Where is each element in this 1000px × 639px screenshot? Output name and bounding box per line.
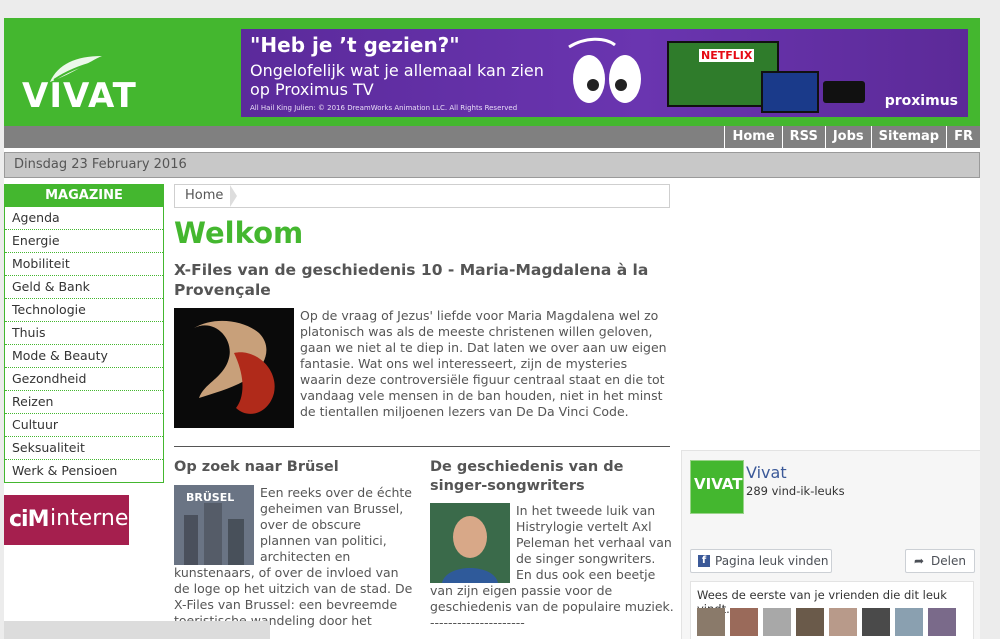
article-image-maria-magdalena[interactable]	[174, 308, 294, 428]
section-divider	[174, 446, 670, 447]
banner-credit: All Hail King Julien: © 2016 DreamWorks …	[250, 104, 518, 112]
facebook-page-widget: VIVAT Vivat 289 vind-ik-leuks f Pagina l…	[681, 450, 980, 639]
banner-line-1: Ongelofelijk wat je allemaal kan zien	[250, 61, 544, 80]
article-title-singer-songwriters[interactable]: De geschiedenis van de singer-songwriter…	[430, 458, 670, 496]
article-title-brusel[interactable]: Op zoek naar Brüsel	[174, 458, 414, 477]
logo-text: VIVAT	[22, 76, 137, 116]
sidebar-item-werk-pensioen[interactable]: Werk & Pensioen	[5, 460, 163, 482]
proximus-logo: proximus	[884, 93, 958, 109]
sidebar-item-cultuur[interactable]: Cultuur	[5, 414, 163, 437]
banner-headline: "Heb je ’t gezien?"	[250, 33, 460, 57]
date-bar: Dinsdag 23 February 2016	[4, 152, 980, 178]
cim-internet-logo[interactable]: ciM internet	[4, 495, 137, 545]
article-summary-brusel: BRÜSEL Een reeks over de échte geheimen …	[174, 485, 414, 639]
portrait-image	[430, 503, 510, 583]
tablet-image	[823, 81, 865, 103]
cim-logo-word: internet	[50, 506, 137, 531]
nav-fr[interactable]: FR	[946, 126, 980, 148]
sidebar-item-mobiliteit[interactable]: Mobiliteit	[5, 253, 163, 276]
facebook-icon: f	[698, 555, 710, 567]
avatar[interactable]	[862, 608, 890, 636]
sidebar-header: MAGAZINE	[5, 184, 163, 207]
avatar[interactable]	[796, 608, 824, 636]
article-title-maria-magdalena[interactable]: X-Files van de geschiedenis 10 - Maria-M…	[174, 260, 674, 300]
breadcrumb-home[interactable]: Home	[185, 188, 223, 203]
vivat-page-logo-text: VIVAT	[694, 475, 743, 493]
facebook-like-page-button[interactable]: f Pagina leuk vinden	[690, 549, 832, 573]
nav-links: Home RSS Jobs Sitemap FR	[724, 126, 980, 148]
article-summary-maria-magdalena: Op de vraag of Jezus' liefde voor Maria …	[300, 308, 667, 419]
avatar[interactable]	[829, 608, 857, 636]
facebook-friends-panel: Wees de eerste van je vrienden die dit l…	[690, 581, 974, 639]
vivat-page-logo[interactable]: VIVAT	[690, 460, 744, 514]
painting-figure-image	[174, 308, 294, 428]
vivat-logo[interactable]: VIVAT	[22, 54, 152, 116]
banner-line-2: op Proximus TV	[250, 80, 374, 99]
facebook-like-count: 289 vind-ik-leuks	[746, 484, 845, 498]
svg-text:BRÜSEL: BRÜSEL	[186, 490, 234, 504]
sidebar-item-reizen[interactable]: Reizen	[5, 391, 163, 414]
share-arrow-icon: ➦	[914, 554, 925, 568]
proximus-banner-ad[interactable]: "Heb je ’t gezien?" Ongelofelijk wat je …	[241, 29, 968, 117]
brusel-cover-image: BRÜSEL	[174, 485, 254, 565]
sidebar-item-gezondheid[interactable]: Gezondheid	[5, 368, 163, 391]
nav-sitemap[interactable]: Sitemap	[870, 126, 946, 148]
facebook-share-button[interactable]: ➦ Delen	[905, 549, 975, 573]
sidebar-item-seksualiteit[interactable]: Seksualiteit	[5, 437, 163, 460]
sidebar-item-thuis[interactable]: Thuis	[5, 322, 163, 345]
facebook-like-label: Pagina leuk vinden	[715, 554, 829, 568]
avatar[interactable]	[697, 608, 725, 636]
avatar[interactable]	[763, 608, 791, 636]
sidebar-item-mode-beauty[interactable]: Mode & Beauty	[5, 345, 163, 368]
magazine-sidebar: MAGAZINE Agenda Energie Mobiliteit Geld …	[4, 184, 164, 483]
sidebar-item-agenda[interactable]: Agenda	[5, 207, 163, 230]
breadcrumb-arrow-icon	[230, 185, 237, 207]
facebook-share-label: Delen	[931, 554, 966, 568]
breadcrumb: Home	[174, 184, 670, 208]
top-navbar: Home RSS Jobs Sitemap FR	[4, 126, 980, 148]
nav-jobs[interactable]: Jobs	[824, 126, 871, 148]
article-image-brusel[interactable]: BRÜSEL	[174, 485, 254, 565]
article-summary-singer-songwriters: In het tweede luik van Histrylogie verte…	[430, 503, 674, 631]
sidebar-item-energie[interactable]: Energie	[5, 230, 163, 253]
avatar[interactable]	[928, 608, 956, 636]
site-header: VIVAT "Heb je ’t gezien?" Ongelofelijk w…	[4, 18, 980, 128]
avatar[interactable]	[895, 608, 923, 636]
nav-rss[interactable]: RSS	[781, 126, 825, 148]
page-title: Welkom	[174, 216, 304, 250]
nav-home[interactable]: Home	[724, 126, 781, 148]
phone-image	[761, 71, 819, 113]
avatar[interactable]	[730, 608, 758, 636]
facebook-page-name[interactable]: Vivat	[746, 463, 787, 482]
gray-overlay-block	[4, 621, 270, 639]
cartoon-eyes-icon	[568, 37, 641, 103]
sidebar-item-technologie[interactable]: Technologie	[5, 299, 163, 322]
article-image-singer-songwriters[interactable]	[430, 503, 510, 583]
current-date: Dinsdag 23 February 2016	[14, 157, 187, 172]
cim-logo-mark: ciM	[9, 507, 49, 532]
page: VIVAT "Heb je ’t gezien?" Ongelofelijk w…	[4, 18, 980, 639]
netflix-label: NETFLIX	[699, 49, 755, 62]
friend-avatars	[697, 608, 956, 636]
sidebar-item-geld-bank[interactable]: Geld & Bank	[5, 276, 163, 299]
